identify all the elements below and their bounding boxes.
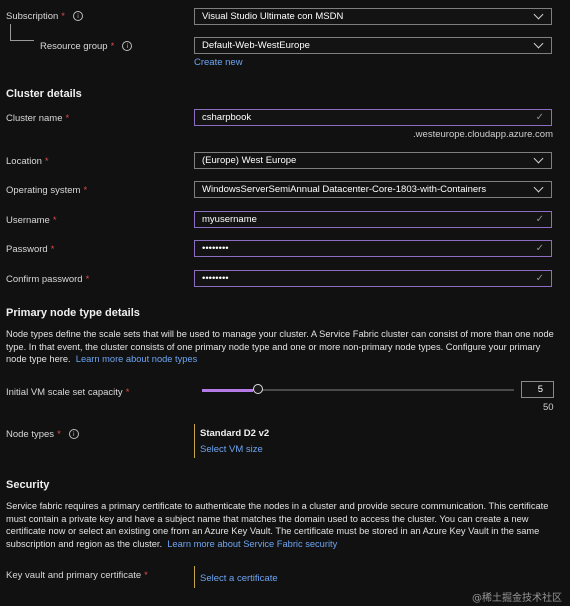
- capacity-label: Initial VM scale set capacity *: [6, 387, 130, 398]
- required-asterisk: *: [125, 387, 130, 398]
- required-asterisk: *: [61, 11, 65, 22]
- password-input[interactable]: •••••••• ✓: [194, 240, 552, 257]
- cluster-details-heading: Cluster details: [6, 88, 82, 100]
- capacity-slider-track[interactable]: [202, 384, 514, 394]
- key-vault-indicator-bar: [194, 566, 195, 588]
- resource-group-dropdown[interactable]: Default-Web-WestEurope: [194, 37, 552, 54]
- required-asterisk: *: [110, 41, 115, 52]
- chevron-down-icon: [533, 153, 544, 164]
- info-icon[interactable]: i: [68, 429, 79, 440]
- username-value: myusername: [202, 214, 257, 225]
- chevron-down-icon: [533, 9, 544, 20]
- required-asterisk: *: [65, 113, 70, 124]
- checkmark-icon: ✓: [535, 273, 544, 284]
- checkmark-icon: ✓: [535, 112, 544, 123]
- confirm-password-input[interactable]: •••••••• ✓: [194, 270, 552, 287]
- domain-suffix: .westeurope.cloudapp.azure.com: [413, 129, 553, 140]
- capacity-max-label: 50: [543, 402, 554, 413]
- resource-group-label: Resource group * i: [40, 41, 133, 52]
- location-value: (Europe) West Europe: [202, 155, 297, 166]
- capacity-slider-thumb[interactable]: [253, 384, 263, 394]
- key-vault-label: Key vault and primary certificate *: [6, 570, 148, 581]
- os-label: Operating system *: [6, 185, 88, 196]
- select-certificate-link[interactable]: Select a certificate: [200, 573, 278, 584]
- node-type-indicator-bar: [194, 424, 195, 458]
- confirm-password-value: ••••••••: [202, 273, 229, 284]
- cluster-name-label: Cluster name *: [6, 113, 70, 124]
- password-value: ••••••••: [202, 243, 229, 254]
- security-description: Service fabric requires a primary certif…: [6, 500, 562, 550]
- required-asterisk: *: [50, 244, 55, 255]
- subscription-dropdown[interactable]: Visual Studio Ultimate con MSDN: [194, 8, 552, 25]
- username-input[interactable]: myusername ✓: [194, 211, 552, 228]
- required-asterisk: *: [57, 429, 61, 440]
- tree-connector: [10, 24, 11, 40]
- capacity-value-input[interactable]: 5: [521, 381, 554, 398]
- cluster-name-input[interactable]: csharpbook ✓: [194, 109, 552, 126]
- learn-more-security-link[interactable]: Learn more about Service Fabric security: [167, 539, 337, 549]
- vm-size-value: Standard D2 v2: [200, 428, 270, 439]
- required-asterisk: *: [44, 156, 49, 167]
- create-new-link[interactable]: Create new: [194, 57, 243, 68]
- security-heading: Security: [6, 479, 50, 491]
- username-label: Username *: [6, 215, 57, 226]
- learn-more-node-types-link[interactable]: Learn more about node types: [76, 354, 197, 364]
- node-types-label: Node types * i: [6, 429, 79, 440]
- resource-group-value: Default-Web-WestEurope: [202, 40, 310, 51]
- checkmark-icon: ✓: [535, 214, 544, 225]
- cluster-name-value: csharpbook: [202, 112, 252, 123]
- primary-node-description: Node types define the scale sets that wi…: [6, 328, 562, 366]
- chevron-down-icon: [533, 38, 544, 49]
- watermark: @稀土掘金技术社区: [472, 593, 562, 604]
- subscription-value: Visual Studio Ultimate con MSDN: [202, 11, 344, 22]
- password-label: Password *: [6, 244, 55, 255]
- checkmark-icon: ✓: [535, 243, 544, 254]
- select-vm-size-link[interactable]: Select VM size: [200, 444, 263, 455]
- subscription-label: Subscription * i: [6, 11, 83, 22]
- info-icon[interactable]: i: [72, 11, 83, 22]
- required-asterisk: *: [83, 185, 88, 196]
- info-icon[interactable]: i: [122, 41, 133, 52]
- chevron-down-icon: [533, 182, 544, 193]
- confirm-password-label: Confirm password *: [6, 274, 90, 285]
- location-label: Location *: [6, 156, 49, 167]
- tree-connector: [10, 40, 34, 41]
- required-asterisk: *: [144, 570, 148, 581]
- os-value: WindowsServerSemiAnnual Datacenter-Core-…: [202, 184, 487, 195]
- location-dropdown[interactable]: (Europe) West Europe: [194, 152, 552, 169]
- primary-node-heading: Primary node type details: [6, 307, 140, 319]
- capacity-slider-fill: [202, 388, 253, 392]
- required-asterisk: *: [85, 274, 90, 285]
- os-dropdown[interactable]: WindowsServerSemiAnnual Datacenter-Core-…: [194, 181, 552, 198]
- required-asterisk: *: [52, 215, 57, 226]
